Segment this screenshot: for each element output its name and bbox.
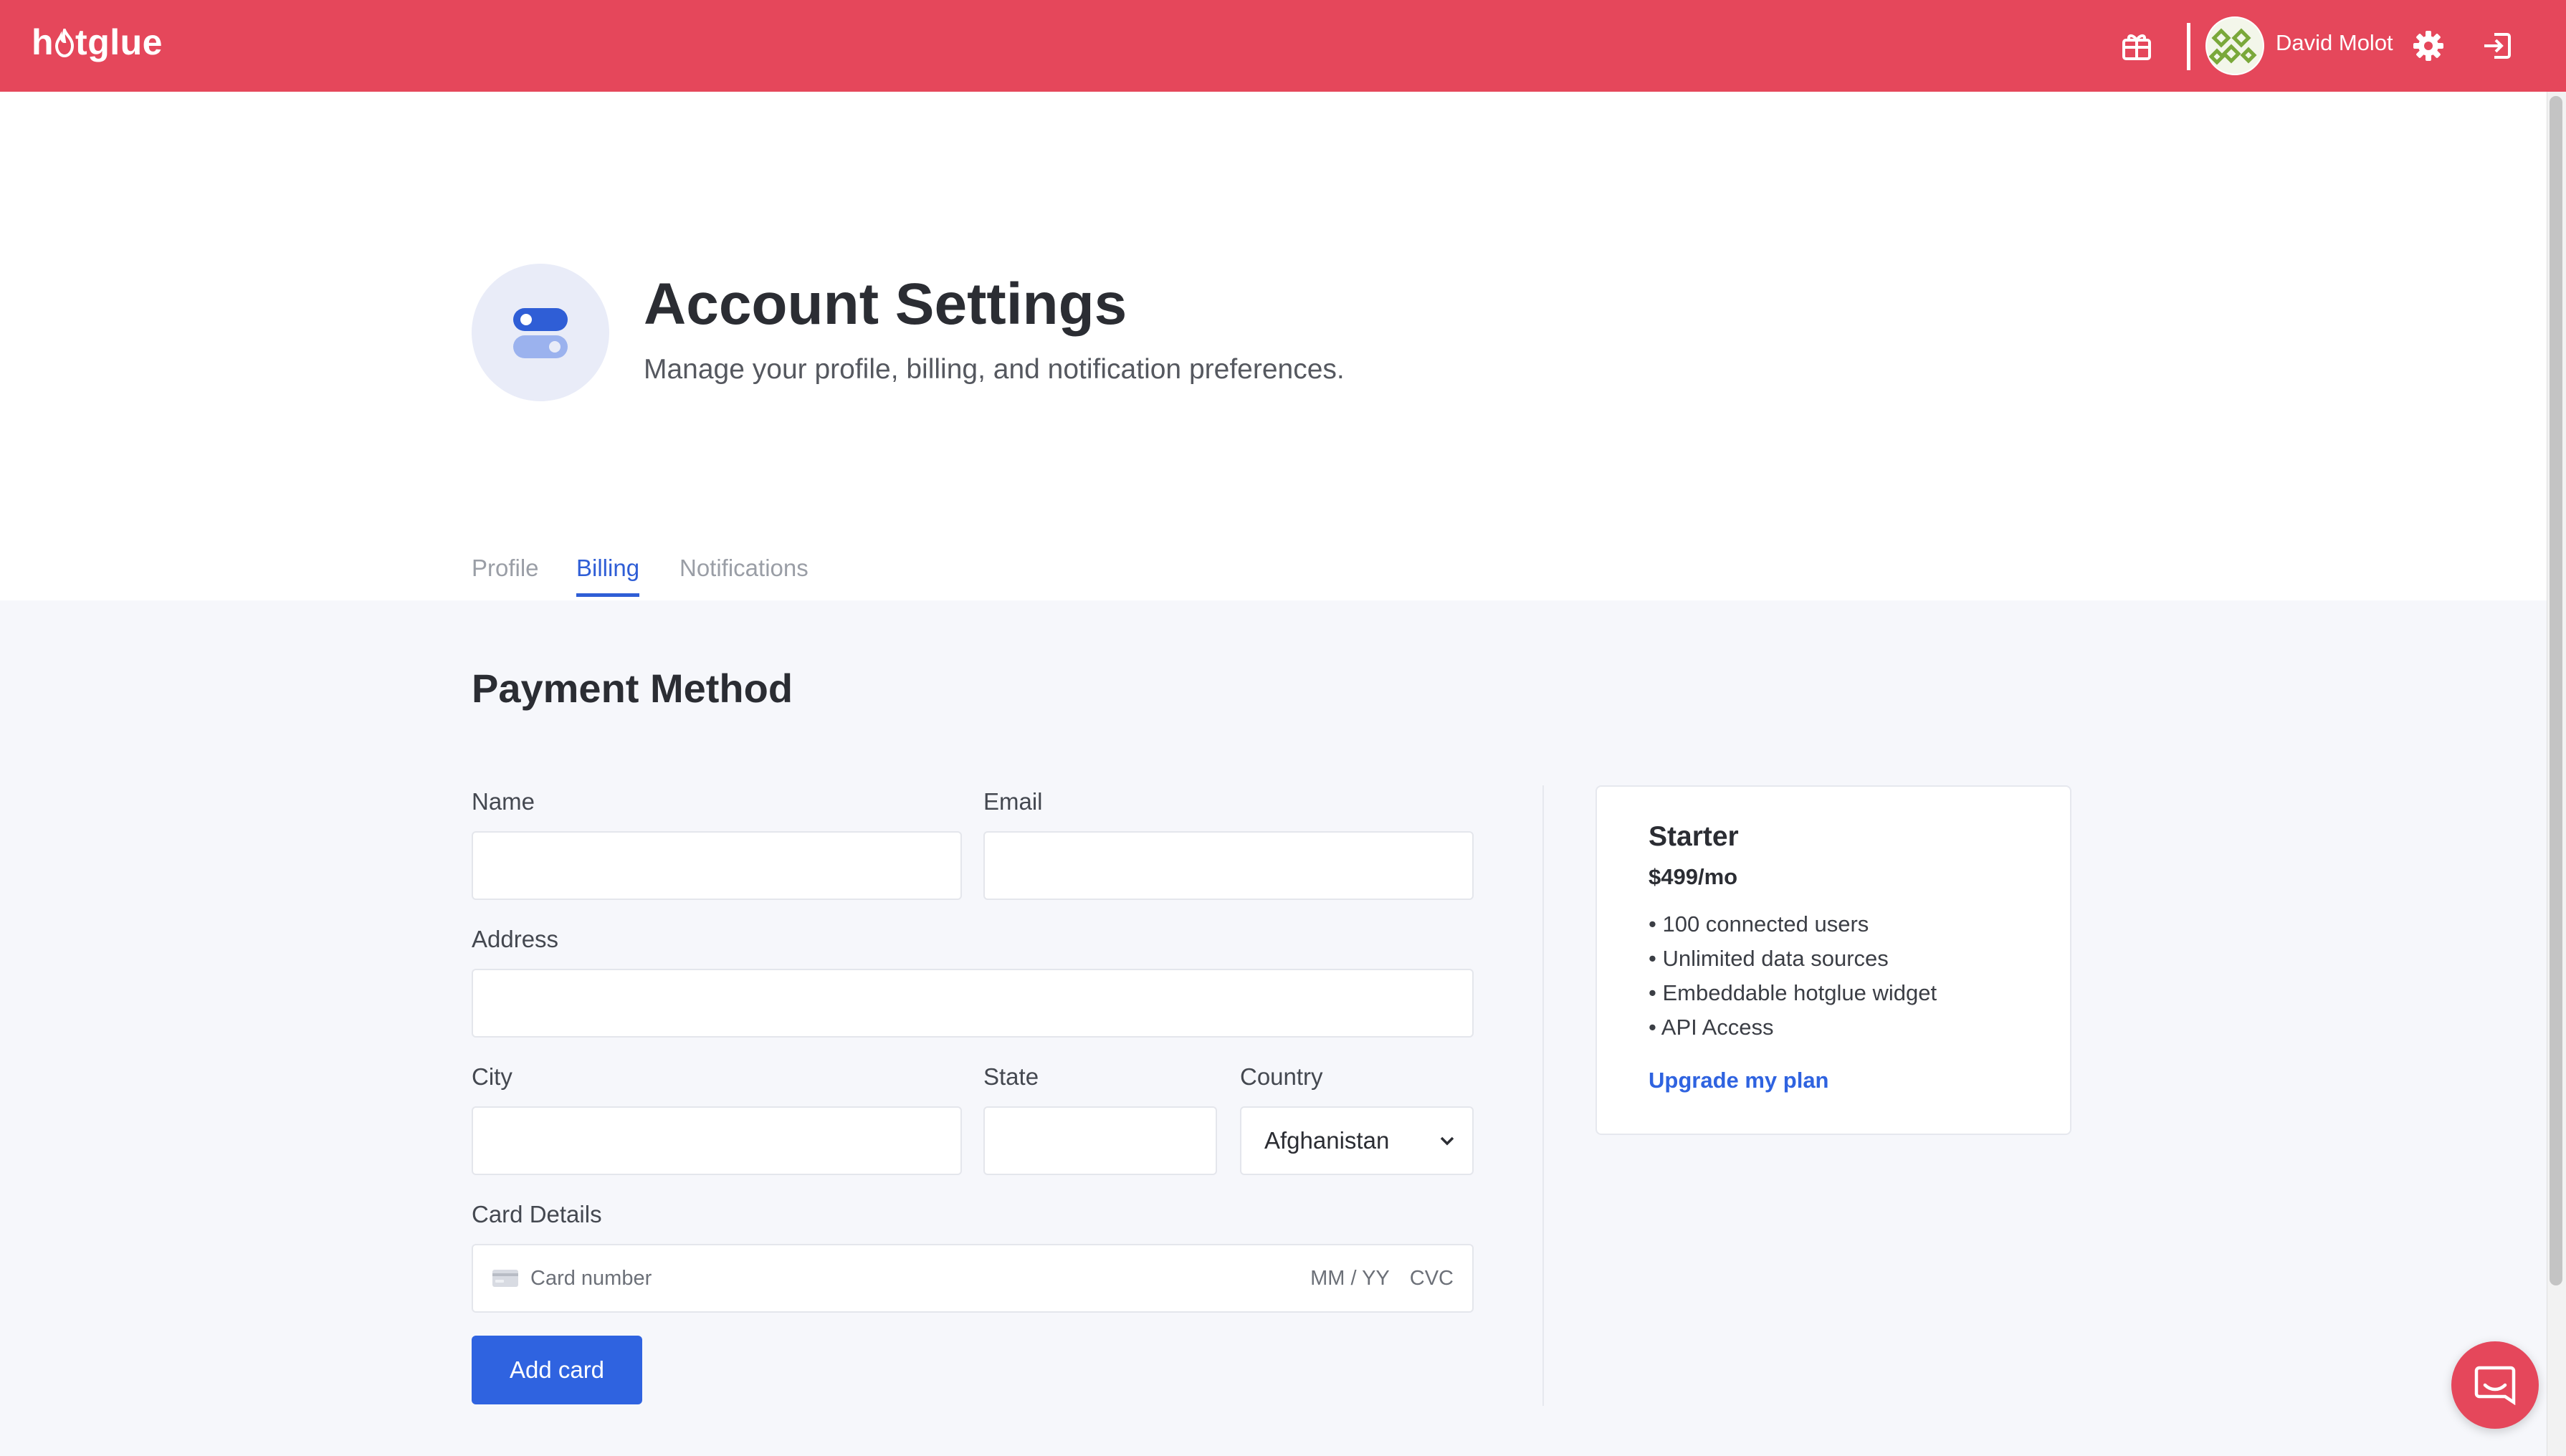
email-label: Email (983, 788, 1043, 815)
logout-icon[interactable] (2476, 24, 2519, 67)
tab-billing[interactable]: Billing (576, 555, 640, 597)
plan-feature-item: Unlimited data sources (1649, 942, 1937, 976)
flame-icon (55, 29, 75, 57)
plan-features-list: 100 connected users Unlimited data sourc… (1649, 907, 1937, 1045)
plan-feature-item: API Access (1649, 1010, 1937, 1045)
card-number-placeholder[interactable]: Card number (530, 1267, 1310, 1290)
state-label: State (983, 1063, 1039, 1090)
address-input[interactable] (472, 969, 1474, 1038)
city-input[interactable] (472, 1106, 962, 1175)
tab-notifications[interactable]: Notifications (679, 555, 809, 593)
plan-price: $499/mo (1649, 864, 1738, 889)
chat-launcher-button[interactable] (2451, 1341, 2539, 1429)
logo-prefix: h (32, 22, 54, 62)
chat-icon (2474, 1366, 2516, 1405)
name-label: Name (472, 788, 535, 815)
gear-icon[interactable] (2407, 24, 2450, 67)
plan-name: Starter (1649, 821, 1739, 852)
user-name[interactable]: David Molot (2276, 30, 2393, 56)
state-input[interactable] (983, 1106, 1217, 1175)
credit-card-icon (492, 1270, 518, 1287)
address-label: Address (472, 926, 559, 952)
country-select[interactable]: Afghanistan (1240, 1106, 1474, 1175)
page-subtitle: Manage your profile, billing, and notifi… (644, 354, 1345, 385)
plan-card: Starter $499/mo 100 connected users Unli… (1596, 785, 2071, 1135)
scrollbar-thumb[interactable] (2550, 96, 2562, 1285)
plan-feature-item: Embeddable hotglue widget (1649, 976, 1937, 1010)
email-input[interactable] (983, 831, 1474, 900)
add-card-button[interactable]: Add card (472, 1336, 642, 1404)
name-input[interactable] (472, 831, 962, 900)
hotglue-logo[interactable]: h tglue (32, 21, 163, 63)
page-title: Account Settings (644, 272, 1127, 337)
topbar-divider (2187, 23, 2190, 70)
logo-suffix: tglue (75, 22, 163, 62)
gift-icon[interactable] (2115, 24, 2158, 67)
plan-feature-item: 100 connected users (1649, 907, 1937, 942)
country-label: Country (1240, 1063, 1323, 1090)
avatar[interactable] (2205, 16, 2264, 75)
payment-method-title: Payment Method (472, 666, 793, 711)
country-selected-value: Afghanistan (1264, 1127, 1390, 1154)
column-divider (1542, 785, 1544, 1406)
card-details-input[interactable]: Card number MM / YY CVC (472, 1244, 1474, 1313)
header-section (0, 92, 2547, 600)
toggle-settings-icon (472, 264, 609, 401)
city-label: City (472, 1063, 512, 1090)
card-cvc-placeholder[interactable]: CVC (1410, 1267, 1454, 1290)
card-details-label: Card Details (472, 1201, 602, 1227)
card-expiry-placeholder[interactable]: MM / YY (1310, 1267, 1390, 1290)
upgrade-plan-link[interactable]: Upgrade my plan (1649, 1068, 1829, 1093)
tab-profile[interactable]: Profile (472, 555, 539, 593)
top-navigation-bar: h tglue David Molot (0, 0, 2566, 92)
chevron-down-icon (1440, 1136, 1454, 1146)
